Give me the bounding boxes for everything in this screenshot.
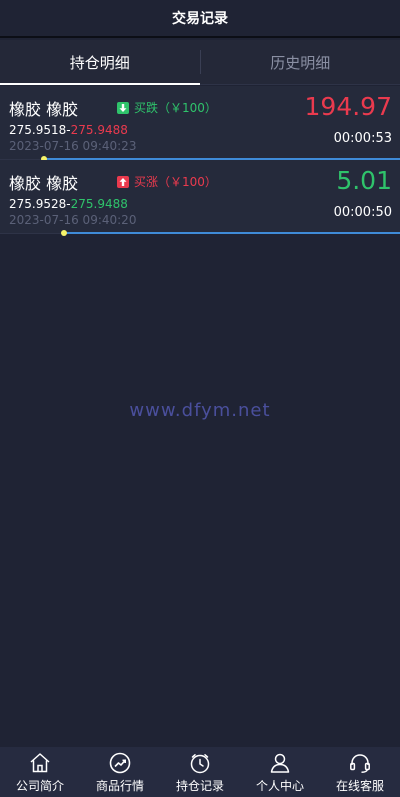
tab-holdings[interactable]: 持仓明细: [0, 40, 200, 85]
nav-label: 商品行情: [95, 778, 144, 793]
countdown-timer: 00:00:50: [333, 205, 392, 220]
price-range: 275.9518-275.9488: [9, 123, 128, 137]
arrow-down-icon: [117, 101, 129, 114]
open-time: 2023-07-16 09:40:23: [9, 139, 137, 153]
product-name: 橡胶 橡胶: [9, 100, 79, 119]
profit-amount: 194.97: [304, 92, 392, 121]
product-name: 橡胶 橡胶: [9, 174, 79, 193]
current-price: 275.9488: [70, 123, 128, 137]
tab-history-label: 历史明细: [270, 53, 331, 72]
position-list: 橡胶 橡胶 买跌（￥100） 275.9518-275.9488 2023-07…: [0, 86, 400, 236]
open-price: 275.9518: [9, 123, 67, 137]
nav-profile[interactable]: 个人中心: [240, 747, 320, 797]
direction-badge: 买涨（￥100）: [117, 173, 217, 190]
trend-icon: [109, 752, 131, 773]
direction-badge: 买跌（￥100）: [117, 99, 217, 116]
nav-label: 个人中心: [255, 778, 304, 793]
countdown-timer: 00:00:53: [333, 131, 392, 146]
nav-label: 公司简介: [15, 778, 64, 793]
nav-label: 在线客服: [335, 778, 384, 793]
current-price: 275.9488: [70, 197, 128, 211]
open-time: 2023-07-16 09:40:20: [9, 213, 137, 227]
watermark: www.dfym.net: [129, 400, 271, 421]
bottom-nav: 公司简介 商品行情 持仓记录 个人中心 在线客服: [0, 747, 400, 797]
nav-company-intro[interactable]: 公司简介: [0, 747, 80, 797]
profit-amount: 5.01: [336, 166, 392, 195]
home-icon: [30, 752, 50, 772]
tab-holdings-label: 持仓明细: [69, 53, 130, 72]
position-item[interactable]: 橡胶 橡胶 买跌（￥100） 275.9518-275.9488 2023-07…: [0, 86, 400, 162]
tab-bar: 持仓明细 历史明细: [0, 40, 400, 85]
direction-label: 买涨（￥100）: [134, 175, 217, 189]
tab-history[interactable]: 历史明细: [201, 40, 400, 84]
progress-fill: [64, 232, 400, 234]
open-price: 275.9528: [9, 197, 67, 211]
nav-positions[interactable]: 持仓记录: [160, 747, 240, 797]
position-item[interactable]: 橡胶 橡胶 买涨（￥100） 275.9528-275.9488 2023-07…: [0, 160, 400, 236]
progress-knob: [61, 230, 67, 236]
user-icon: [270, 753, 290, 773]
price-range: 275.9528-275.9488: [9, 197, 128, 211]
nav-support[interactable]: 在线客服: [320, 747, 400, 797]
page-title: 交易记录: [172, 11, 228, 27]
headset-icon: [350, 753, 370, 773]
nav-market[interactable]: 商品行情: [80, 747, 160, 797]
timer-icon: [190, 753, 210, 773]
time-progress-bar: [0, 230, 400, 236]
arrow-up-icon: [117, 175, 129, 188]
nav-label: 持仓记录: [175, 778, 224, 793]
direction-label: 买跌（￥100）: [134, 101, 217, 115]
top-bar: 交易记录: [0, 0, 400, 38]
